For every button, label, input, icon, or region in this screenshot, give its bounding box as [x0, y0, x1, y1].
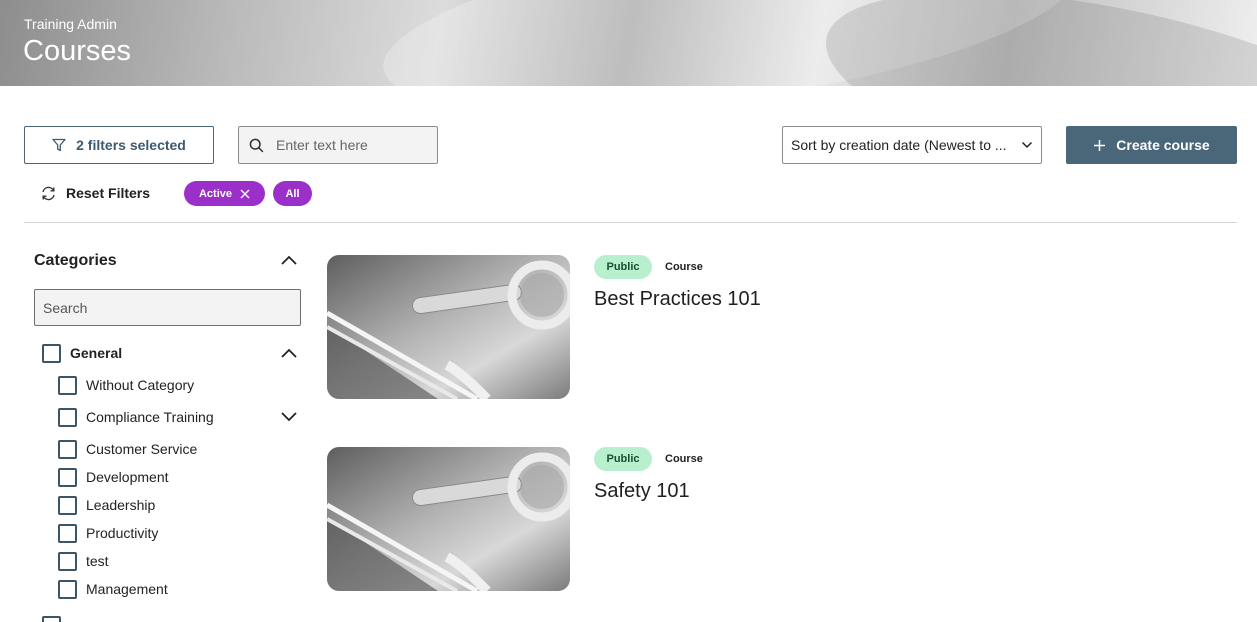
course-image	[327, 255, 570, 399]
category-label-compliance-training: Compliance Training	[86, 409, 214, 425]
chevron-down-icon	[1021, 141, 1033, 149]
close-icon[interactable]	[240, 189, 250, 199]
filter-chip-label: All	[285, 187, 300, 200]
course-thumbnail[interactable]	[327, 255, 570, 399]
chevron-up-icon[interactable]	[280, 347, 298, 359]
categories-title: Categories	[34, 252, 117, 269]
search-field[interactable]	[238, 126, 438, 164]
refresh-icon	[42, 186, 55, 200]
filter-chip-active[interactable]: Active	[184, 181, 265, 206]
create-course-label: Create course	[1116, 137, 1210, 153]
category-checkbox-leadership[interactable]	[58, 496, 77, 515]
category-checkbox-development[interactable]	[58, 468, 77, 487]
page-header: Training Admin Courses	[0, 0, 1257, 86]
category-label-management: Management	[86, 581, 168, 597]
course-title[interactable]: Best Practices 101	[594, 288, 761, 311]
category-label-without-category: Without Category	[86, 377, 195, 393]
category-checkbox-more[interactable]	[42, 616, 61, 622]
reset-filters-label: Reset Filters	[66, 185, 151, 201]
search-input[interactable]	[276, 137, 426, 153]
filter-chip-label: Active	[198, 187, 233, 200]
category-label-development: Development	[86, 469, 169, 485]
breadcrumb[interactable]: Training Admin	[24, 16, 117, 32]
category-checkbox-management[interactable]	[58, 580, 77, 599]
filters-button[interactable]: 2 filters selected	[24, 126, 214, 164]
filter-icon	[52, 138, 66, 152]
course-thumbnail[interactable]	[327, 447, 570, 591]
chevron-down-icon[interactable]	[280, 411, 298, 423]
divider	[24, 222, 1237, 223]
sort-dropdown-value: Sort by creation date (Newest to ...	[791, 137, 1007, 153]
page-title: Courses	[23, 35, 131, 67]
category-label-test: test	[86, 553, 109, 569]
filter-chip-all[interactable]: All	[273, 181, 312, 206]
category-search-input[interactable]	[34, 289, 301, 326]
category-checkbox-customer-service[interactable]	[58, 440, 77, 459]
category-checkbox-compliance-training[interactable]	[58, 408, 77, 427]
category-checkbox-productivity[interactable]	[58, 524, 77, 543]
category-checkbox-without-category[interactable]	[58, 376, 77, 395]
header-decoration	[807, 0, 1257, 86]
search-icon	[249, 138, 264, 152]
course-image	[327, 447, 570, 591]
category-label-general: General	[70, 345, 123, 361]
plus-icon	[1094, 139, 1106, 151]
category-checkbox-test[interactable]	[58, 552, 77, 571]
course-type-label: Course	[665, 261, 703, 273]
category-label-leadership: Leadership	[86, 497, 156, 513]
category-label-productivity: Productivity	[86, 525, 159, 541]
category-checkbox-general[interactable]	[42, 344, 61, 363]
course-title[interactable]: Safety 101	[594, 480, 690, 503]
visibility-badge: Public	[594, 447, 652, 471]
chevron-up-icon[interactable]	[280, 254, 298, 266]
category-label-customer-service: Customer Service	[86, 441, 198, 457]
sort-dropdown[interactable]: Sort by creation date (Newest to ...	[782, 126, 1042, 164]
create-course-button[interactable]: Create course	[1066, 126, 1237, 164]
reset-filters-button[interactable]: Reset Filters	[40, 183, 150, 203]
filters-button-label: 2 filters selected	[76, 137, 186, 153]
visibility-badge: Public	[594, 255, 652, 279]
course-type-label: Course	[665, 453, 703, 465]
